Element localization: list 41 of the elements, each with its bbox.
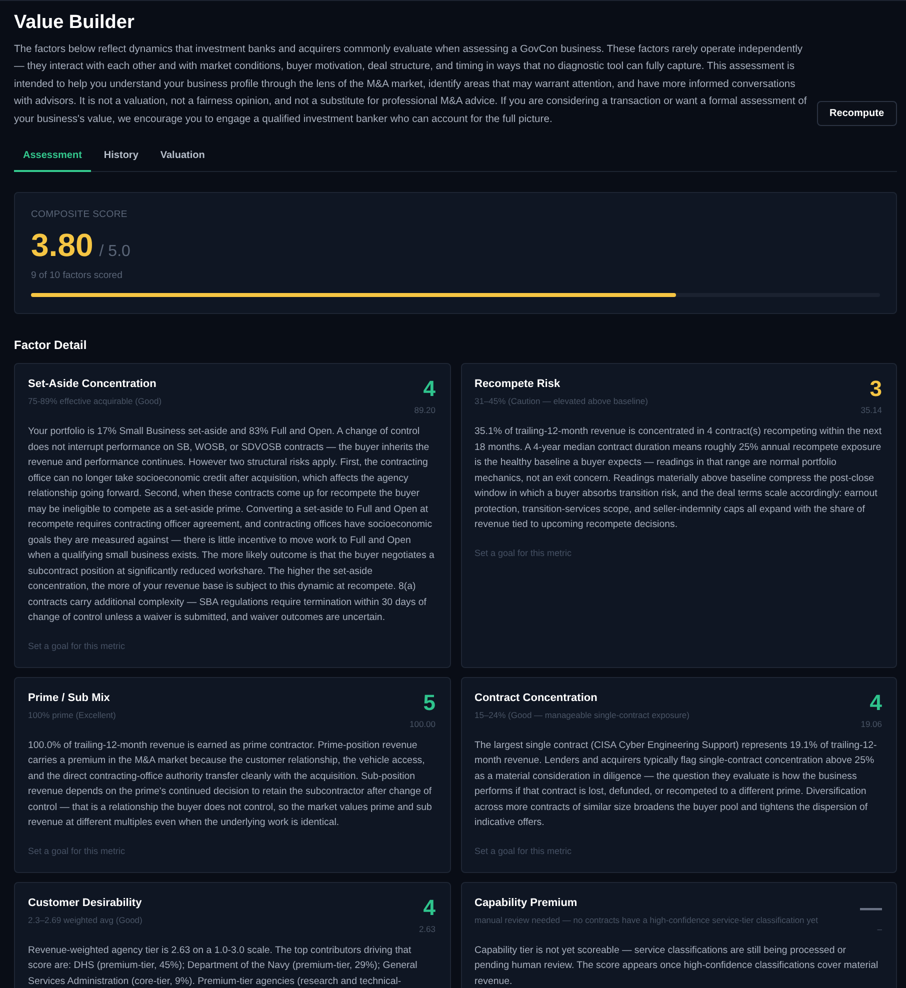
factor-score-value: 35.14 <box>860 405 882 416</box>
factor-score: 4 <box>870 692 882 714</box>
tab[interactable]: Assessment <box>14 142 91 172</box>
tab[interactable]: Valuation <box>151 142 214 172</box>
factor-title: Contract Concentration <box>474 692 598 705</box>
factor-range: manual review needed — no contracts have a high-confidence service-tier classification yet <box>474 914 818 926</box>
factor-score: 4 <box>423 896 436 919</box>
factor-score-value: 100.00 <box>410 718 436 730</box>
factor-title: Prime / Sub Mix <box>28 692 111 705</box>
factor-range: 15–24% (Good — manageable single-contract exposure) <box>474 710 690 721</box>
factor-description: Capability tier is not yet scoreable — service classifications are still being processed or pending human review. The score appears once high-confidence classifications cover material revenue. <box>474 944 880 988</box>
factor-range: 75-89% effective acquirable (Good) <box>28 396 162 408</box>
factor-description: 35.1% of trailing-12-month revenue is concentrated in 4 contract(s) recompeting within the next 18 months. A 4-year median contract duration means roughly 25% annual recompete exposure is the healthy baseline a buyer expects — readings in that range are normal portfolio mechanics, not an exit concern. Readings materially above baseline compress the post-close window in which a buyer absorbs transition risk, and the deal terms scale accordingly: earnout protection, transition-services scope, and seller-indemnity caps all expand with the share of revenue tied to upcoming recompete decisions. <box>474 425 882 532</box>
factor-range: 100% prime (Excellent) <box>28 710 116 721</box>
composite-score-label: COMPOSITE SCORE <box>31 209 128 222</box>
factor-score-value: 89.20 <box>414 405 436 416</box>
composite-score-value: 3.80 <box>31 228 94 262</box>
factors-scored-text: 9 of 10 factors scored <box>31 270 124 282</box>
factor-description: Revenue-weighted agency tier is 2.63 on a 1.0-3.0 scale. The top contributors driving that score are: DHS (premium-tier, 45%); Department of the Navy (premium-tier, 29%); General Services Administration (core-tier, 9%). Premium-tier agencies (research and technical- <box>28 944 418 988</box>
factor-description: 100.0% of trailing-12-month revenue is earned as prime contractor. Prime-position revenue carries a premium in the M&A market because the customer relationship, the vehicle access, and the direct contracting-office authority transfer cleanly with the acquisition. Sub-position revenue depends on the prime's continued decision to retain the subcontractor after change of control — that is a relationship the buyer does not control, so the market values prime and sub revenue at different multiples even when the underlying work is identical. <box>28 738 433 830</box>
section-heading: Factor Detail <box>14 338 88 352</box>
factor-score: 4 <box>423 378 436 400</box>
composite-score-max: / 5.0 <box>99 243 130 262</box>
factor-score: — <box>860 896 882 919</box>
factor-score-value: 2.63 <box>418 924 436 935</box>
factor-title: Set-Aside Concentration <box>28 378 158 392</box>
factor-title: Capability Premium <box>474 896 578 910</box>
factor-description: Your portfolio is 17% Small Business set-aside and 83% Full and Open. A change of control does not interrupt performance on SB, WOSB, or SDVOSB contracts — the buyer inherits the revenue and performance continues. However two structural risks apply. First, the contracting office can no longer take socioeconomic credit after acquisition, which affects the agency relationship going forward. Second, when these contracts come up for recompete the buyer may be ineligible to compete as a set-aside prime. Converting a set-aside to Full and Open at recompete requires contracting officer agreement, and contracting offices have socioeconomic goals they are measured against — there is little incentive to move work to Full and Open when a qualifying small business exists. The more likely outcome is that the buyer negotiates a subcontract position at significantly reduced workshare. The higher the set-aside concentration, the more of your revenue base is subject to this dynamic at recompete. 8(a) contracts carry additional complexity — SBA regulations require termination within 30 days of change of control unless a waiver is submitted, and waiver outcomes are uncertain. <box>28 425 436 626</box>
factor-range: 2.3–2.69 weighted avg (Good) <box>28 914 142 926</box>
description-text: The factors below reflect dynamics that investment banks and acquirers commonly evaluate when assessing a GovCon business. These factors rarely operate independently — they interact with each other and with market conditions, buyer motivation, deal structure, and timing in ways that no diagnostic tool can fully capture. This assessment is intended to help you understand your business profile through the lens of the M&A market, identify areas that may warrant attention, and have more informed conversations with advisors. It is not a valuation, not a fairness opinion, and not a substitute for professional M&A advice. If you are considering a transaction or want a formal assessment of your business's value, we encourage you to engage a qualified investment banker who can account for the full picture. <box>14 43 808 127</box>
factor-title: Customer Desirability <box>28 896 142 910</box>
factor-range: 31–45% (Caution — elevated above baseline) <box>474 396 648 408</box>
factor-score: 3 <box>870 378 882 400</box>
factor-title: Recompete Risk <box>474 378 562 392</box>
factor-score-value: 19.06 <box>860 718 882 730</box>
tab[interactable]: History <box>94 142 148 172</box>
factor-score-value: – <box>877 924 882 935</box>
factor-score: 5 <box>423 692 436 714</box>
factor-description: The largest single contract (CISA Cyber Engineering Support) represents 19.1% of trailing-12-month revenue. Lenders and acquirers typically flag single-contract concentration above 25% as a material consideration in diligence — the question they evaluate is how the business performs if that contract is lost, defunded, or recompeted to a different prime. Diversification across more contracts of similar size broadens the buyer pool and tightens the dispersion of indicative offers. <box>474 738 878 830</box>
page-title: Value Builder <box>14 12 136 34</box>
recompute-button[interactable]: Recompute <box>816 101 897 126</box>
